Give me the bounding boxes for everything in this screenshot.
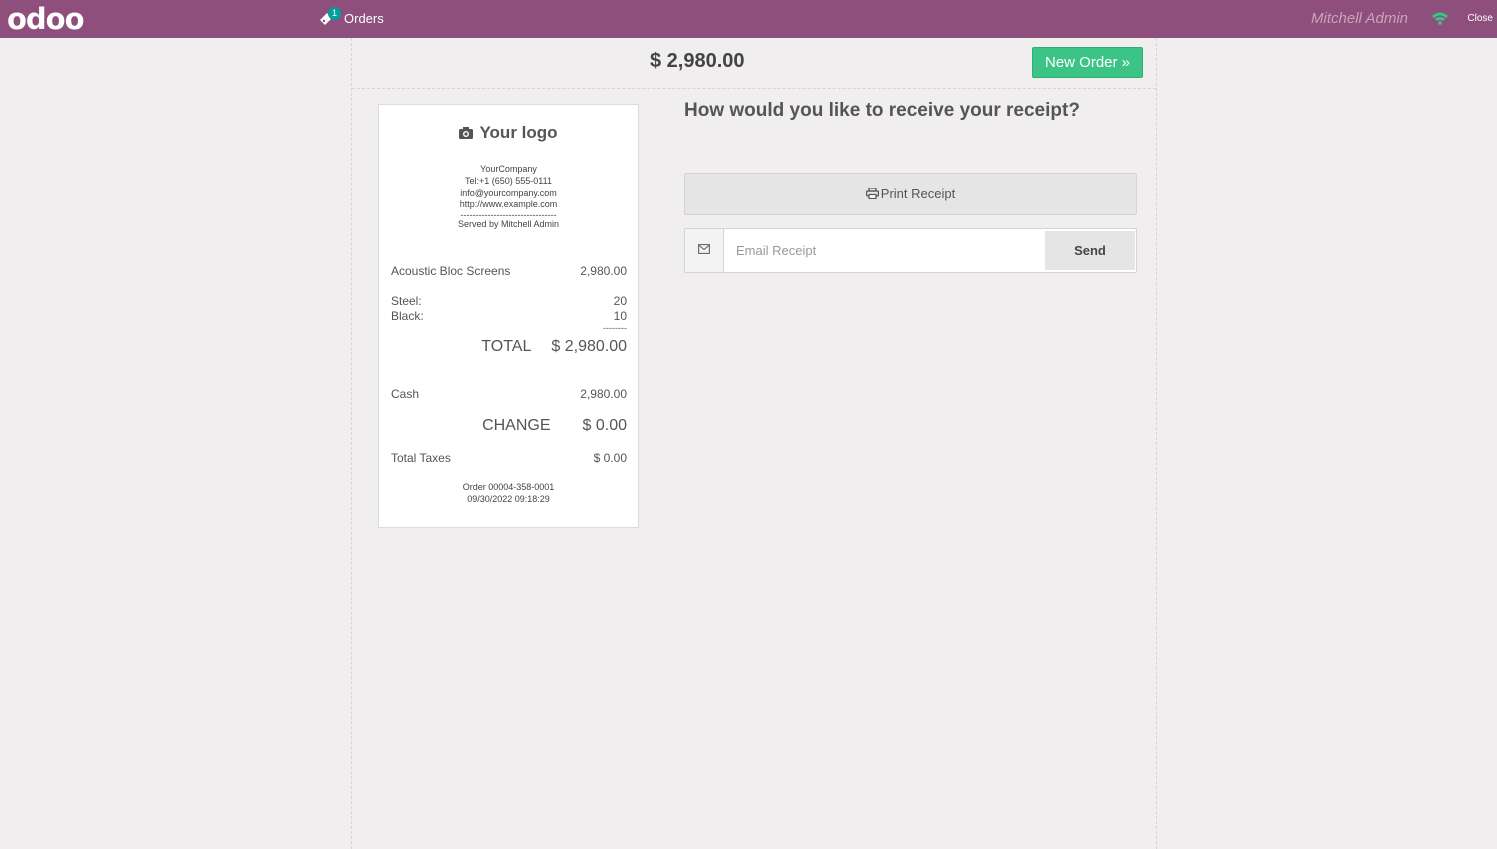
total-separator: -------- xyxy=(603,323,627,333)
envelope-icon xyxy=(698,244,710,254)
company-name: YourCompany xyxy=(480,164,537,174)
company-phone: Tel:+1 (650) 555-0111 xyxy=(465,175,552,186)
wifi-icon xyxy=(1432,12,1448,25)
receipt-line-attribute: Black: 10 xyxy=(391,309,627,323)
company-website: http://www.example.com xyxy=(459,199,558,210)
product-price: 2,980.00 xyxy=(580,264,627,278)
attribute-value: 10 xyxy=(613,309,627,323)
receipt-change: CHANGE $ 0.00 xyxy=(391,417,627,435)
odoo-logo: odoo xyxy=(7,2,85,36)
logo-text: Your logo xyxy=(479,123,558,142)
new-order-button[interactable]: New Order » xyxy=(1032,47,1143,78)
print-receipt-button[interactable]: Print Receipt xyxy=(684,173,1137,215)
receipt-logo: Your logo xyxy=(379,123,638,143)
receipt-line-attribute: Steel: 20 xyxy=(391,294,627,308)
product-name: Acoustic Bloc Screens xyxy=(391,264,511,278)
receipt-payment: Cash 2,980.00 xyxy=(391,387,627,401)
email-receipt-group: Send xyxy=(684,228,1137,273)
user-name: Mitchell Admin xyxy=(1311,10,1408,27)
email-addon xyxy=(685,229,724,272)
orders-count-badge: 1 xyxy=(328,7,341,20)
attribute-name: Black: xyxy=(391,309,424,323)
receipt-question: How would you like to receive your recei… xyxy=(684,100,1080,121)
email-receipt-input[interactable] xyxy=(725,229,1043,272)
order-date: 09/30/2022 09:18:29 xyxy=(467,494,550,504)
receipt-total: TOTAL $ 2,980.00 xyxy=(391,338,627,356)
info-separator: -------------------------------- xyxy=(460,211,557,220)
receipt-footer: Order 00004-358-0001 09/30/2022 09:18:29 xyxy=(379,481,638,505)
close-button[interactable]: Close xyxy=(1467,13,1493,24)
print-icon xyxy=(865,188,879,199)
company-info: YourCompany Tel:+1 (650) 555-0111 info@y… xyxy=(379,164,638,231)
company-email: info@yourcompany.com xyxy=(460,187,557,198)
total-label: TOTAL xyxy=(481,338,532,355)
orders-label: Orders xyxy=(344,11,384,26)
receipt-taxes: Total Taxes $ 0.00 xyxy=(391,451,627,465)
camera-icon xyxy=(459,127,474,139)
send-button[interactable]: Send xyxy=(1045,231,1135,270)
order-reference: Order 00004-358-0001 xyxy=(462,482,555,492)
payment-amount: 2,980.00 xyxy=(580,387,627,401)
order-total: $ 2,980.00 xyxy=(650,50,745,72)
receipt: Your logo YourCompany Tel:+1 (650) 555-0… xyxy=(378,104,639,528)
change-label: CHANGE xyxy=(482,417,551,434)
change-value: $ 0.00 xyxy=(582,417,627,434)
attribute-value: 20 xyxy=(613,294,627,308)
taxes-value: $ 0.00 xyxy=(593,451,627,465)
receipt-header: $ 2,980.00 New Order » xyxy=(352,38,1156,89)
total-value: $ 2,980.00 xyxy=(551,338,627,355)
print-receipt-label: Print Receipt xyxy=(880,186,956,201)
receipt-line-product: Acoustic Bloc Screens 2,980.00 xyxy=(391,264,627,278)
attribute-name: Steel: xyxy=(391,294,422,308)
payment-method: Cash xyxy=(391,387,420,401)
served-by: Served by Mitchell Admin xyxy=(457,219,560,230)
taxes-label: Total Taxes xyxy=(391,451,451,465)
top-bar: odoo 1 Orders Mitchell Admin Close xyxy=(0,0,1497,38)
